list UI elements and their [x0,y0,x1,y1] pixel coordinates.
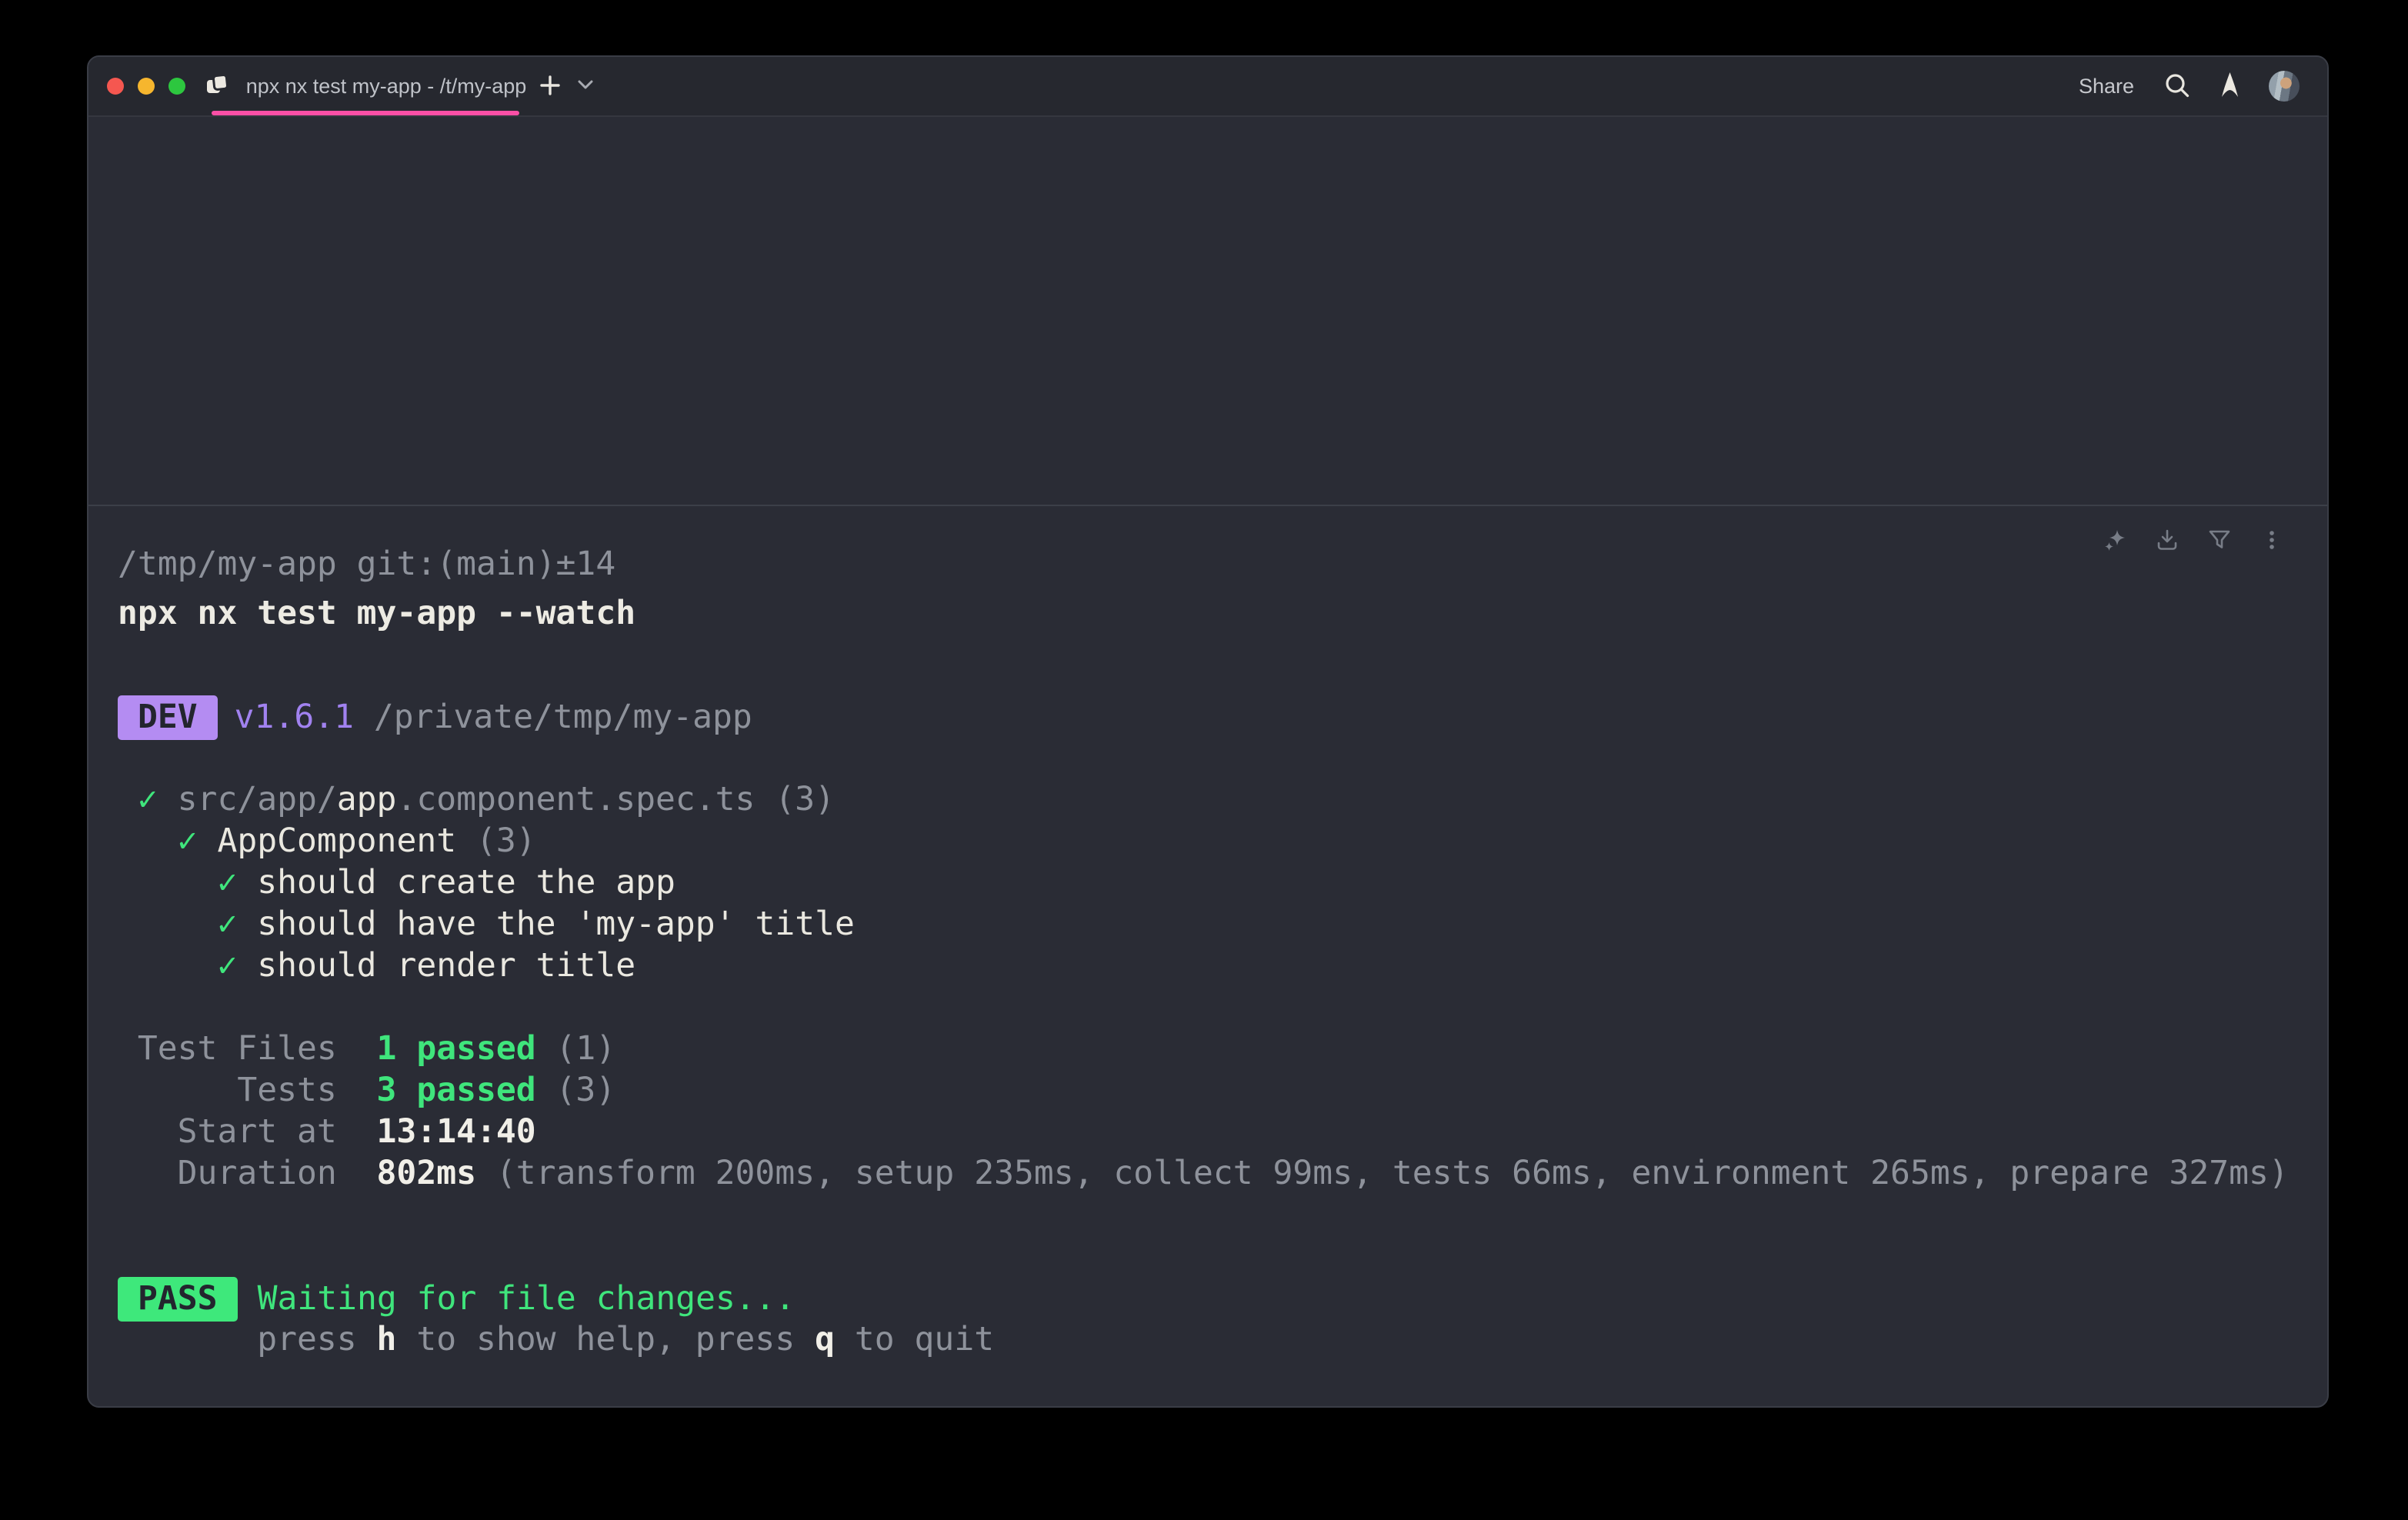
warp-logo-icon [2220,72,2240,100]
user-avatar[interactable] [2269,71,2300,102]
window-controls [107,78,185,95]
summary-tests-line: Tests 3 passed (3) [118,1069,2296,1111]
blank-line [118,737,2296,778]
command-line: npx nx test my-app --watch [118,592,2296,634]
titlebar-right-cluster: Share [2079,71,2300,102]
download-block-button[interactable] [2155,528,2180,552]
close-button[interactable] [107,78,124,95]
filter-output-button[interactable] [2207,528,2232,552]
tab-dropdown-chevron-icon [578,80,593,92]
blank-line [118,1235,2296,1277]
tab-pages-icon [205,73,229,100]
summary-start-at-line: Start at 13:14:40 [118,1111,2296,1152]
test-suite-line: ✓ AppComponent (3) [118,820,2296,862]
watch-help-line: press h to show help, press q to quit [118,1318,2296,1360]
terminal-scrollback [88,117,2327,506]
terminal-pane: /tmp/my-app git:(main)±14 npx nx test my-… [88,117,2327,1406]
tab-title: npx nx test my-app - /t/my-app [246,75,527,98]
blank-line [118,1194,2296,1235]
terminal-window: npx nx test my-app - /t/my-app Share [87,55,2329,1408]
kebab-menu-icon [2260,528,2284,552]
titlebar: npx nx test my-app - /t/my-app Share [88,57,2327,117]
summary-duration-line: Duration 802ms (transform 200ms, setup 2… [118,1152,2296,1194]
test-case-line: ✓ should render title [118,945,2296,986]
zoom-button[interactable] [168,78,185,95]
blank-line [118,986,2296,1028]
search-icon [2163,72,2191,102]
block-more-options-button[interactable] [2260,528,2284,552]
test-case-line: ✓ should have the 'my-app' title [118,903,2296,945]
active-tab-indicator [212,111,519,115]
new-tab-button[interactable] [539,75,561,98]
blank-line [118,634,2296,675]
share-button[interactable]: Share [2079,75,2134,98]
terminal-tab[interactable]: npx nx test my-app - /t/my-app [212,57,519,115]
block-toolbar [2103,528,2284,552]
search-button[interactable] [2163,72,2191,102]
summary-test-files-line: Test Files 1 passed (1) [118,1028,2296,1069]
new-tab-plus-icon [539,75,561,98]
warp-menu-button[interactable] [2220,72,2240,100]
command-block[interactable]: /tmp/my-app git:(main)±14 npx nx test my-… [88,506,2327,1360]
ai-explain-button[interactable] [2103,528,2127,552]
tab-list-dropdown-button[interactable] [578,80,593,92]
terminal-lines: /tmp/my-app git:(main)±14 npx nx test my-… [118,543,2296,1360]
download-icon [2155,528,2180,552]
vitest-header-line: DEVv1.6.1 /private/tmp/my-app [118,695,2296,737]
minimize-button[interactable] [138,78,155,95]
test-case-line: ✓ should create the app [118,862,2296,903]
watch-status-line: PASSWaiting for file changes... [118,1277,2296,1318]
sparkles-icon [2103,528,2127,552]
filter-icon [2207,528,2232,552]
test-file-line: ✓ src/app/app.component.spec.ts (3) [118,778,2296,820]
prompt-line: /tmp/my-app git:(main)±14 [118,543,2296,585]
